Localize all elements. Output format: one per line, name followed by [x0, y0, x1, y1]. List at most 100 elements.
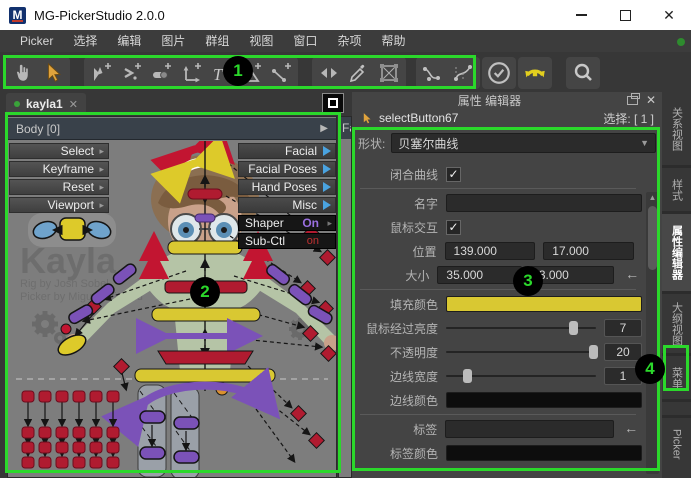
revert-size-button[interactable]: ← [622, 266, 642, 284]
hand-pick-tool-button[interactable] [8, 58, 38, 88]
position-y-field[interactable]: 17.000 [543, 242, 634, 260]
search-tool-button[interactable] [568, 58, 598, 88]
check-circle-icon [486, 60, 512, 86]
close-button[interactable]: ✕ [647, 0, 691, 30]
page-button-stack: Facial Facial Poses Hand Poses Misc Shap… [238, 143, 336, 251]
hover-brightness-slider[interactable] [446, 320, 596, 336]
position-x-field[interactable]: 139.000 [445, 242, 536, 260]
size-row: 大小 35.000 3.000 ← [354, 265, 642, 285]
reset-menu-button[interactable]: Reset▸ [9, 179, 109, 195]
flip-tool-button[interactable] [520, 58, 550, 88]
revert-tag-button[interactable]: ← [620, 420, 642, 438]
next-picker-column[interactable]: Fa [338, 116, 352, 478]
menu-misc[interactable]: 杂项 [327, 30, 371, 52]
tab-outline-view[interactable]: 大纲视图 [662, 294, 691, 356]
add-select-button-tool-button[interactable] [86, 58, 116, 88]
opacity-slider[interactable] [446, 344, 596, 360]
tab-relationship-view[interactable]: 关系视图 [662, 92, 691, 168]
toolbar-group-flip [518, 57, 552, 89]
size-w-field[interactable]: 35.000 [437, 266, 521, 284]
viewport-menu-button[interactable]: Viewport▸ [9, 197, 109, 213]
curve-edit-tool-button[interactable] [448, 58, 478, 88]
slider-handle[interactable] [569, 321, 578, 335]
tab-close-icon[interactable]: ✕ [69, 98, 78, 111]
edge-color-label: 边线颜色 [354, 392, 438, 409]
chevron-down-icon: ▼ [640, 138, 649, 148]
hand-poses-page-button[interactable]: Hand Poses [238, 179, 336, 195]
slider-handle[interactable] [463, 369, 472, 383]
mirror-tool-button[interactable] [314, 58, 344, 88]
menu-view[interactable]: 视图 [239, 30, 283, 52]
shape-dropdown[interactable]: 贝塞尔曲线 ▼ [391, 133, 656, 153]
keyframe-menu-button[interactable]: Keyframe▸ [9, 161, 109, 177]
hover-brightness-row: 鼠标经过亮度 7 [354, 318, 642, 338]
select-cursor-tool-button[interactable] [38, 58, 68, 88]
toolbar-group-search [566, 57, 600, 89]
facial-page-button[interactable]: Facial [238, 143, 336, 159]
menu-picker[interactable]: Picker [10, 30, 63, 52]
menu-select[interactable]: 选择 [63, 30, 107, 52]
scrollbar[interactable]: ▲ [646, 192, 659, 474]
annotation-number-1: 1 [223, 56, 253, 86]
misc-page-button[interactable]: Misc [238, 197, 336, 213]
add-slider-button-tool-button[interactable] [146, 58, 176, 88]
mouse-interact-checkbox[interactable]: ✓ [446, 220, 461, 235]
facial-poses-page-button[interactable]: Facial Poses [238, 161, 336, 177]
expand-arrow-icon: ▶ [320, 123, 328, 134]
shaper-toggle-button[interactable]: Shaper On ▸ [238, 215, 336, 231]
panel-close-icon[interactable]: ✕ [646, 93, 656, 107]
panel-display-mode-button[interactable] [322, 93, 344, 113]
attribute-rows: 闭合曲线 ✓ 名字 鼠标交互 ✓ 位置 139.000 17.000 [354, 160, 642, 467]
move-plus-icon [179, 61, 203, 85]
add-line-button-tool-button[interactable] [266, 58, 296, 88]
minimize-icon [576, 14, 587, 16]
scrollbar-thumb[interactable] [648, 206, 657, 270]
menu-group[interactable]: 群组 [195, 30, 239, 52]
toolbar-group-pick [6, 57, 70, 89]
sub-ctl-toggle-button[interactable]: Sub-Ctl on [238, 233, 336, 249]
add-command-button-tool-button[interactable] [116, 58, 146, 88]
maximize-button[interactable] [603, 0, 647, 30]
curve-tool-button[interactable] [418, 58, 448, 88]
arrow-plus-icon [89, 61, 113, 85]
eyedropper-tool-button[interactable] [344, 58, 374, 88]
attribute-editor-titlebar: 属性 编辑器 ✕ [352, 92, 662, 108]
menu-image[interactable]: 图片 [151, 30, 195, 52]
name-field[interactable] [446, 194, 642, 212]
minimize-button[interactable] [559, 0, 603, 30]
tab-kayla1[interactable]: kayla1 ✕ [6, 93, 86, 115]
scroll-up-icon[interactable]: ▲ [646, 193, 659, 202]
opacity-label: 不透明度 [354, 344, 438, 361]
tab-attribute-editor[interactable]: 属性编辑器 [662, 214, 691, 294]
tab-menu[interactable]: 菜单 [662, 356, 691, 402]
fill-color-swatch[interactable] [446, 296, 642, 312]
bounds-tool-button[interactable] [374, 58, 404, 88]
float-panel-icon[interactable] [627, 96, 638, 105]
eyedropper-icon [347, 61, 371, 85]
menu-window[interactable]: 窗口 [283, 30, 327, 52]
app-icon: M [9, 7, 26, 24]
edge-color-swatch[interactable] [446, 392, 642, 408]
opacity-value[interactable]: 20 [604, 343, 642, 361]
tab-gap [662, 402, 691, 418]
eye-control-widget[interactable] [28, 213, 116, 247]
tab-picker[interactable]: Picker [662, 418, 691, 470]
edge-width-slider[interactable] [446, 368, 596, 384]
menu-edit[interactable]: 编辑 [107, 30, 151, 52]
tag-field[interactable] [445, 420, 614, 438]
add-move-button-tool-button[interactable] [176, 58, 206, 88]
closed-curve-checkbox[interactable]: ✓ [446, 167, 461, 182]
picker-group-header[interactable]: Body [0] ▶ [8, 118, 336, 140]
menu-help[interactable]: 帮助 [371, 30, 415, 52]
finger-button-grid[interactable] [22, 391, 119, 468]
select-menu-button[interactable]: Select▸ [9, 143, 109, 159]
tag-color-swatch[interactable] [446, 445, 642, 461]
confirm-tool-button[interactable] [484, 58, 514, 88]
slider-handle[interactable] [589, 345, 598, 359]
select-label: Select [61, 144, 94, 158]
solid-square-icon [328, 98, 338, 108]
tab-style[interactable]: 样式 [662, 168, 691, 214]
next-picker-header: Fa [339, 117, 351, 139]
closed-curve-label: 闭合曲线 [354, 166, 438, 183]
hover-brightness-value[interactable]: 7 [604, 319, 642, 337]
